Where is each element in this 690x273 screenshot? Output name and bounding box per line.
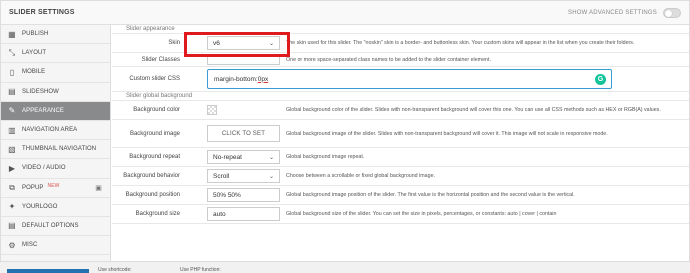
slider-classes-label: Slider Classes: [141, 56, 180, 63]
background-repeat-value: No-repeat: [213, 153, 242, 161]
background-size-input[interactable]: auto: [207, 207, 280, 221]
sidebar-item-slideshow[interactable]: ▤ SLIDESHOW: [1, 83, 110, 102]
sidebar-item-default-options[interactable]: ▤ DEFAULT OPTIONS: [1, 217, 110, 237]
gear-icon: ⚙: [8, 240, 16, 250]
lock-icon: ▣: [95, 184, 102, 192]
settings-sidebar: ▦ PUBLISH ⤡ LAYOUT ▯ MOBILE ▤ SLIDESHOW ✎ APPEARA…: [1, 25, 111, 261]
sidebar-item-label: THUMBNAIL NAVIGATION: [22, 146, 97, 153]
row-background-image: Background image CLICK TO SET Global bac…: [112, 120, 689, 148]
click-to-set-button[interactable]: CLICK TO SET: [207, 125, 280, 142]
shortcode-label: Use shortcode:: [98, 267, 132, 273]
background-position-label: Background position: [125, 192, 180, 198]
background-behavior-description: Choose between a scrollable or fixed glo…: [286, 173, 435, 179]
sidebar-item-yourlogo[interactable]: ✦ YOURLOGO: [1, 198, 110, 217]
sidebar-item-label: APPEARANCE: [22, 107, 65, 114]
section-global-background: Slider global background: [112, 92, 689, 101]
background-repeat-select[interactable]: No-repeat ⌄: [207, 150, 280, 164]
background-color-description: Global background color of the slider. S…: [286, 107, 661, 113]
panel-header: SLIDER SETTINGS SHOW ADVANCED SETTINGS: [1, 1, 689, 25]
navigation-icon: ▥: [8, 125, 16, 135]
background-image-description: Global background image of the slider. S…: [286, 130, 608, 137]
background-repeat-label: Background repeat: [129, 154, 180, 160]
background-image-label: Background image: [129, 130, 180, 137]
row-background-position: Background position 50% 50% Global backg…: [112, 186, 689, 205]
sidebar-item-label: PUBLISH: [22, 31, 49, 38]
background-behavior-value: Scroll: [213, 172, 230, 180]
row-background-behavior: Background behavior Scroll ⌄ Choose betw…: [112, 167, 689, 186]
calendar-icon: ▦: [8, 29, 16, 39]
options-icon: ▤: [8, 221, 16, 231]
custom-css-value-prefix: margin-bottom:: [214, 75, 258, 83]
sidebar-item-mobile[interactable]: ▯ MOBILE: [1, 63, 110, 83]
custom-css-textarea[interactable]: margin-bottom: 0px G: [207, 69, 612, 89]
background-repeat-description: Global background image repeat.: [286, 154, 365, 160]
chevron-down-icon: ⌄: [268, 154, 274, 161]
skin-description: The skin used for this slider. The "nosk…: [286, 40, 635, 46]
sidebar-item-label: MOBILE: [22, 69, 46, 76]
background-size-label: Background size: [135, 211, 180, 217]
advanced-settings-label: SHOW ADVANCED SETTINGS: [568, 9, 657, 16]
new-badge: NEW: [47, 182, 60, 189]
sidebar-item-video-audio[interactable]: ▶ VIDEO / AUDIO: [1, 159, 110, 179]
sidebar-item-label: VIDEO / AUDIO: [22, 165, 66, 172]
slider-classes-description: One or more space-separated class names …: [286, 56, 491, 63]
layout-icon: ⤡: [8, 48, 16, 58]
row-background-repeat: Background repeat No-repeat ⌄ Global bac…: [112, 148, 689, 167]
sidebar-item-label: SLIDESHOW: [22, 88, 59, 95]
sidebar-item-thumbnail-navigation[interactable]: ▧ THUMBNAIL NAVIGATION: [1, 140, 110, 160]
background-behavior-select[interactable]: Scroll ⌄: [207, 169, 280, 183]
background-behavior-label: Background behavior: [123, 173, 180, 179]
panel-title: SLIDER SETTINGS: [9, 9, 75, 16]
background-position-description: Global background image position of the …: [286, 192, 575, 198]
sidebar-item-label: YOURLOGO: [22, 203, 58, 210]
slider-settings-panel: SLIDER SETTINGS SHOW ADVANCED SETTINGS ▦…: [0, 0, 690, 262]
sidebar-item-popup[interactable]: ⧉ POPUP NEW ▣: [1, 179, 110, 198]
custom-css-value-underlined: 0px: [257, 75, 269, 83]
skin-label: Skin: [168, 40, 180, 46]
sidebar-item-layout[interactable]: ⤡ LAYOUT: [1, 44, 110, 64]
sidebar-item-publish[interactable]: ▦ PUBLISH: [1, 25, 110, 45]
slideshow-icon: ▤: [8, 87, 16, 97]
sidebar-item-label: POPUP: [22, 184, 44, 191]
background-color-label: Background color: [133, 107, 180, 113]
sidebar-item-label: NAVIGATION AREA: [22, 127, 78, 134]
grammarly-icon[interactable]: G: [595, 74, 606, 85]
chevron-down-icon: ⌄: [268, 173, 274, 180]
play-icon: ▶: [8, 163, 16, 173]
sidebar-item-appearance[interactable]: ✎ APPEARANCE: [1, 101, 110, 121]
row-custom-css: Custom slider CSS margin-bottom: 0px G: [112, 67, 689, 92]
thumbnail-icon: ▧: [8, 144, 16, 154]
skin-highlight-box: [184, 32, 290, 57]
mobile-icon: ▯: [9, 67, 15, 77]
settings-content: Slider appearance Skin v6 ⌄ The skin use…: [112, 25, 689, 261]
sidebar-item-navigation-area[interactable]: ▥ NAVIGATION AREA: [1, 121, 110, 141]
sidebar-item-misc[interactable]: ⚙ MISC: [1, 236, 110, 256]
star-icon: ✦: [8, 202, 16, 212]
sidebar-item-label: MISC: [22, 242, 38, 249]
background-size-description: Global background size of the slider. Yo…: [286, 211, 557, 217]
row-background-color: Background color Global background color…: [112, 101, 689, 120]
custom-css-label: Custom slider CSS: [129, 76, 180, 82]
background-position-input[interactable]: 50% 50%: [207, 188, 280, 202]
advanced-settings-toggle[interactable]: [663, 7, 681, 18]
sidebar-item-label: DEFAULT OPTIONS: [22, 222, 79, 229]
save-button-bar[interactable]: [7, 269, 89, 273]
brush-icon: ✎: [8, 106, 16, 116]
sidebar-item-label: LAYOUT: [22, 50, 47, 57]
popup-icon: ⧉: [9, 182, 15, 192]
row-background-size: Background size auto Global background s…: [112, 205, 689, 224]
background-color-swatch[interactable]: [207, 105, 217, 115]
php-function-label: Use PHP function:: [180, 267, 221, 273]
page-footer: Use shortcode: Use PHP function:: [0, 262, 690, 273]
advanced-settings-toggle-group: SHOW ADVANCED SETTINGS: [568, 7, 681, 18]
